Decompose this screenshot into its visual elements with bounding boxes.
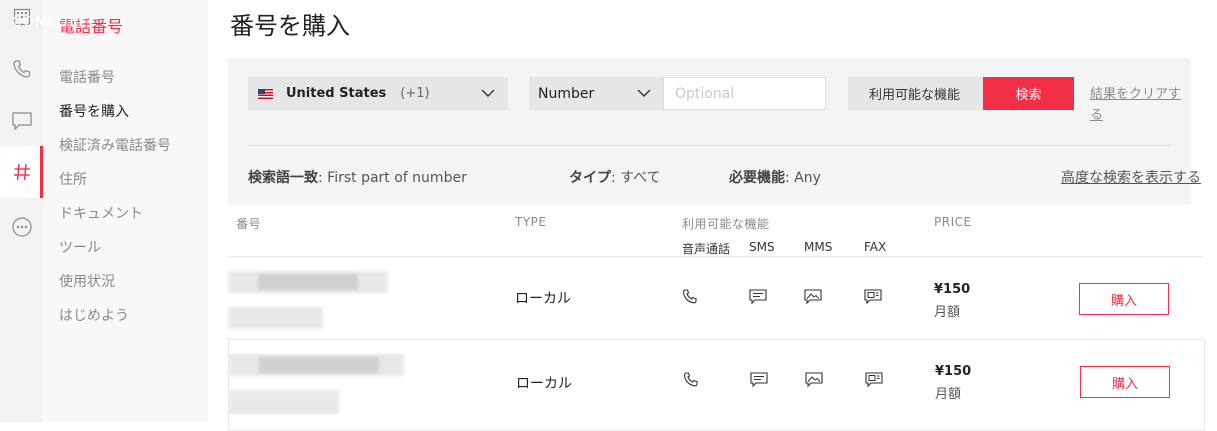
price-amount: ¥150 [935, 364, 972, 379]
header-voice: 音声通話 [682, 242, 731, 256]
search-type-value: Number [538, 85, 595, 102]
sidebar-item-phone-numbers[interactable]: 電話番号 [59, 67, 115, 87]
table-row: ローカル ¥150 月額 購入 [228, 339, 1205, 431]
header-mms: MMS [804, 240, 833, 254]
search-type-select[interactable]: Number [529, 77, 663, 110]
criteria-cap-label: 必要機能 [729, 170, 785, 186]
sidebar: 電話番号 電話番号 番号を購入 検証済み電話番号 住所 ドキュメント ツール 使… [43, 0, 208, 422]
sms-icon [750, 372, 768, 388]
sidebar-item-verified-numbers[interactable]: 検証済み電話番号 [59, 135, 171, 155]
phone-icon [684, 372, 698, 387]
header-number: 番号 [236, 217, 262, 231]
advanced-search-link[interactable]: 高度な検索を表示する [1061, 167, 1201, 187]
phone-icon [683, 289, 697, 304]
sidebar-item-documents[interactable]: ドキュメント [59, 203, 143, 223]
criteria-capabilities: 必要機能: Any [729, 167, 821, 187]
criteria-type-value: : すべて [611, 170, 661, 186]
page-title: 番号を購入 [230, 12, 350, 40]
criteria-type: タイプ: すべて [569, 167, 661, 187]
clear-results-link[interactable]: 結果をクリアする [1090, 84, 1190, 126]
chevron-down-icon [481, 89, 495, 97]
country-code: (+1) [400, 86, 430, 101]
buy-button[interactable]: 購入 [1080, 366, 1170, 398]
header-type: TYPE [515, 215, 547, 229]
number-type: ローカル [515, 291, 571, 307]
capabilities-select-label: 利用可能な機能 [869, 88, 961, 103]
criteria-match-label: 検索語一致 [248, 170, 318, 186]
mms-icon [805, 372, 823, 388]
criteria-match-value: : First part of number [318, 170, 467, 186]
buy-button[interactable]: 購入 [1079, 283, 1169, 315]
table-row: ローカル ¥150 月額 購入 [228, 256, 1203, 340]
country-select[interactable]: United States (+1) [248, 77, 508, 110]
hashtag-icon[interactable] [0, 159, 43, 185]
sidebar-item-tools[interactable]: ツール [59, 237, 101, 257]
sms-icon [749, 289, 767, 305]
header-fax: FAX [864, 240, 887, 254]
price-amount: ¥150 [934, 282, 971, 297]
capabilities-select[interactable]: 利用可能な機能 [848, 77, 983, 110]
chevron-down-icon [637, 89, 651, 97]
panel-divider [248, 145, 1171, 146]
criteria-cap-value: : Any [785, 170, 821, 186]
more-icon[interactable] [0, 214, 43, 240]
redacted-number [258, 274, 358, 290]
chat-icon[interactable] [0, 108, 43, 134]
icon-rail [0, 0, 44, 422]
sidebar-item-buy-number[interactable]: 番号を購入 [59, 101, 129, 121]
redacted-location [229, 390, 339, 414]
us-flag-icon [258, 88, 273, 99]
caret-right-icon [983, 89, 989, 99]
sidebar-item-usage[interactable]: 使用状況 [59, 271, 115, 291]
criteria-match: 検索語一致: First part of number [248, 167, 467, 187]
price-unit: 月額 [935, 387, 962, 402]
header-capabilities: 利用可能な機能 [682, 217, 770, 231]
search-button[interactable]: 検索 [983, 77, 1074, 110]
fax-icon [865, 372, 883, 388]
search-panel: United States (+1) Number 利用可能な機能 検索 結果を… [228, 58, 1201, 205]
redacted-number [259, 357, 379, 373]
country-name: United States [286, 86, 387, 101]
number-type: ローカル [516, 376, 572, 392]
number-search-input[interactable] [663, 77, 826, 110]
brand-logo: CONSOLE [12, 15, 89, 30]
fax-icon [864, 289, 882, 305]
sidebar-item-addresses[interactable]: 住所 [59, 169, 87, 189]
mms-icon [804, 289, 822, 305]
phone-icon[interactable] [0, 56, 43, 82]
sidebar-item-getting-started[interactable]: はじめよう [59, 305, 129, 325]
header-price: PRICE [934, 215, 972, 229]
redacted-location [228, 307, 323, 329]
criteria-type-label: タイプ [569, 170, 611, 186]
header-sms: SMS [749, 240, 775, 254]
price-unit: 月額 [934, 305, 961, 320]
main-content: 番号を購入 United States (+1) Number 利用可能な機能 … [208, 0, 1217, 431]
